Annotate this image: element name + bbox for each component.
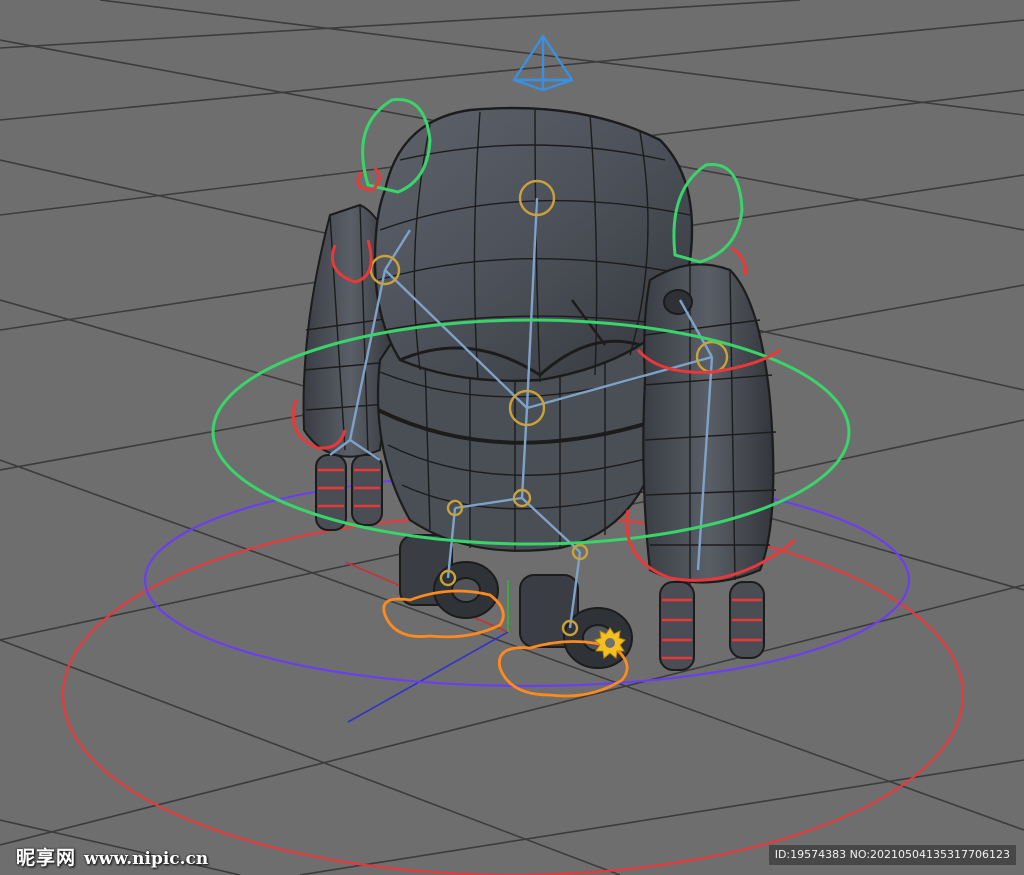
3d-viewport[interactable] [0,0,1024,875]
watermark-site-url: www.nipic.cn [84,849,209,869]
viewport-canvas[interactable] [0,0,1024,875]
watermark-site-name: 昵享网 [16,847,77,869]
watermark-image-info: ID:19574383 NO:20210504135317706123 [768,845,1016,865]
watermark-site: 昵享网 www.nipic.cn [16,843,208,870]
